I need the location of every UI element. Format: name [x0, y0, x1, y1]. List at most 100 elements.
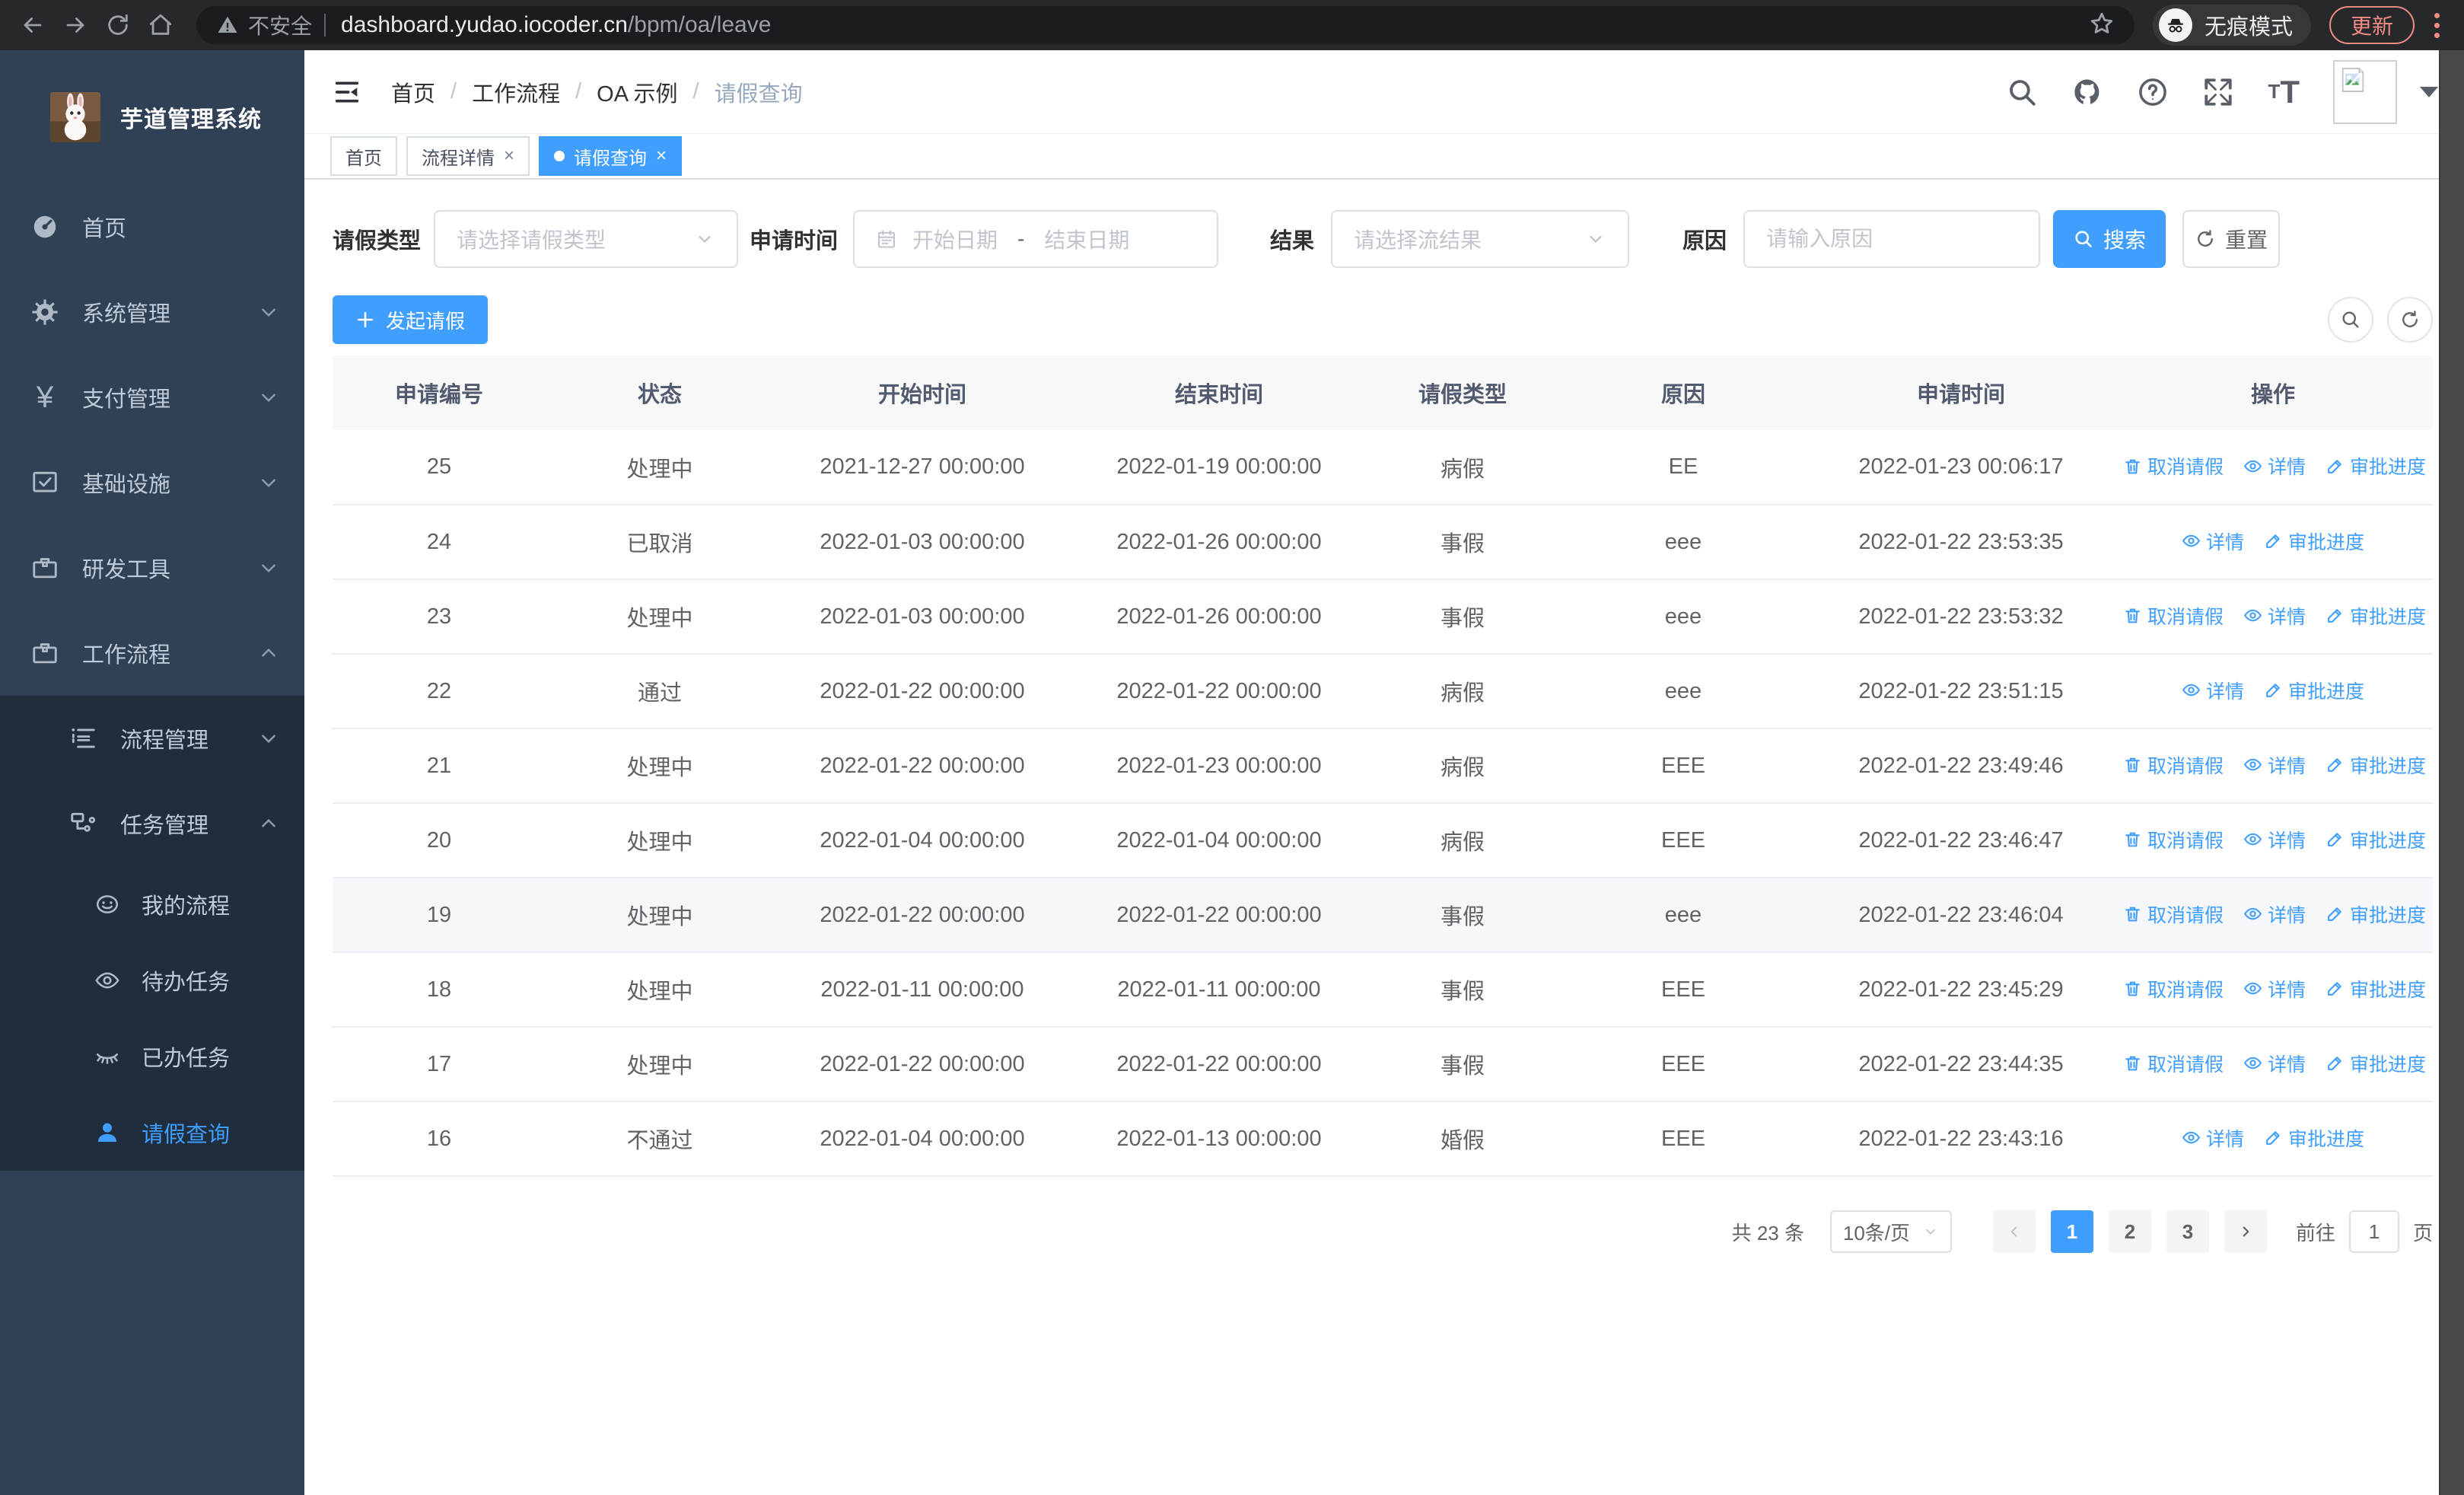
eye-closed-icon	[94, 1044, 120, 1069]
cell-status: 已取消	[546, 505, 774, 580]
sidebar-item-process-mgmt[interactable]: 流程管理	[0, 696, 304, 781]
cell-type: 事假	[1367, 579, 1558, 655]
sidebar-item-workflow[interactable]: 工作流程	[0, 610, 304, 696]
search-icon[interactable]	[2006, 76, 2038, 108]
cancel-link[interactable]: 取消请假	[2123, 901, 2224, 928]
goto-page-input[interactable]	[2348, 1210, 2399, 1253]
leave-type-select[interactable]: 请选择请假类型	[434, 210, 739, 268]
breadcrumb-workflow[interactable]: 工作流程	[472, 76, 560, 108]
fullscreen-icon[interactable]	[2202, 76, 2234, 108]
detail-link[interactable]: 详情	[2243, 751, 2306, 779]
select-placeholder: 请选择流结果	[1354, 228, 1482, 252]
browser-update-button[interactable]: 更新	[2329, 6, 2415, 44]
detail-link[interactable]: 详情	[2182, 1124, 2244, 1152]
monitor-check-icon	[30, 468, 59, 497]
chevron-down-icon	[259, 387, 279, 407]
page-button-3[interactable]: 3	[2166, 1210, 2209, 1253]
create-leave-button[interactable]: 发起请假	[333, 295, 489, 344]
sidebar-item-todo-tasks[interactable]: 待办任务	[0, 942, 304, 1018]
tag-leave-query[interactable]: 请假查询 ×	[539, 136, 683, 176]
tag-process-detail[interactable]: 流程详情 ×	[406, 136, 530, 176]
detail-link[interactable]: 详情	[2243, 901, 2306, 928]
sidebar-item-infra[interactable]: 基础设施	[0, 440, 304, 525]
forward-icon[interactable]	[58, 8, 93, 43]
progress-label: 审批进度	[2350, 904, 2427, 926]
bookmark-star-icon[interactable]	[2089, 11, 2115, 40]
sidebar-item-my-process[interactable]: 我的流程	[0, 866, 304, 942]
cancel-link[interactable]: 取消请假	[2123, 1050, 2224, 1077]
reload-icon[interactable]	[100, 8, 135, 43]
page-button-1[interactable]: 1	[2050, 1210, 2093, 1253]
page-size-select[interactable]: 10条/页	[1829, 1210, 1952, 1253]
progress-link[interactable]: 审批进度	[2264, 528, 2364, 555]
cancel-link[interactable]: 取消请假	[2123, 602, 2224, 630]
sidebar-item-leave-query[interactable]: 请假查询	[0, 1095, 304, 1171]
sidebar-item-payment[interactable]: ¥ 支付管理	[0, 355, 304, 440]
detail-label: 详情	[2268, 830, 2306, 852]
table-row: 22 通过 2022-01-22 00:00:00 2022-01-22 00:00:…	[333, 654, 2433, 729]
detail-link[interactable]: 详情	[2182, 528, 2244, 555]
reset-button[interactable]: 重置	[2182, 210, 2281, 268]
detail-link[interactable]: 详情	[2243, 452, 2306, 480]
progress-link[interactable]: 审批进度	[2264, 677, 2364, 704]
top-navbar: 首页 / 工作流程 / OA 示例 / 请假查询 T T	[304, 50, 2464, 134]
sidebar-item-done-tasks[interactable]: 已办任务	[0, 1018, 304, 1095]
sidebar-item-home[interactable]: 首页	[0, 184, 304, 269]
url-bar[interactable]: 不安全 dashboard.yudao.iocoder.cn/bpm/oa/le…	[196, 6, 2135, 44]
sidebar-item-task-mgmt[interactable]: 任务管理	[0, 781, 304, 866]
result-select[interactable]: 请选择流结果	[1331, 210, 1630, 268]
detail-link[interactable]: 详情	[2243, 602, 2306, 630]
progress-link[interactable]: 审批进度	[2326, 826, 2426, 853]
avatar-caret-icon[interactable]	[2420, 86, 2438, 97]
sidebar-item-devtools[interactable]: 研发工具	[0, 525, 304, 610]
pagination-pages: 123	[2043, 1210, 2217, 1253]
github-icon[interactable]	[2071, 76, 2103, 108]
close-icon[interactable]: ×	[656, 145, 667, 167]
avatar[interactable]	[2333, 59, 2397, 124]
cell-start: 2022-01-22 00:00:00	[774, 1027, 1071, 1102]
progress-link[interactable]: 审批进度	[2326, 751, 2426, 779]
progress-link[interactable]: 审批进度	[2326, 1050, 2426, 1077]
progress-link[interactable]: 审批进度	[2326, 452, 2426, 480]
breadcrumb-home[interactable]: 首页	[391, 76, 435, 108]
date-range-picker[interactable]: 开始日期 - 结束日期	[853, 210, 1219, 268]
close-icon[interactable]: ×	[504, 145, 514, 167]
progress-link[interactable]: 审批进度	[2326, 975, 2426, 1003]
search-button[interactable]: 搜索	[2053, 210, 2166, 268]
progress-link[interactable]: 审批进度	[2264, 1124, 2364, 1152]
prev-page-button[interactable]	[1992, 1210, 2036, 1253]
page-button-2[interactable]: 2	[2108, 1210, 2151, 1253]
detail-link[interactable]: 详情	[2243, 975, 2306, 1003]
font-size-icon[interactable]: TT	[2268, 74, 2300, 110]
next-page-button[interactable]	[2224, 1210, 2267, 1253]
refresh-icon[interactable]	[2387, 297, 2433, 343]
detail-link[interactable]: 详情	[2243, 826, 2306, 853]
browser-menu-icon[interactable]	[2430, 8, 2444, 43]
breadcrumb-oa-example[interactable]: OA 示例	[597, 76, 677, 108]
yen-icon: ¥	[36, 381, 54, 414]
home-icon[interactable]	[143, 8, 178, 43]
help-icon[interactable]	[2137, 76, 2169, 108]
cancel-link[interactable]: 取消请假	[2123, 751, 2224, 779]
sidebar-collapse-icon[interactable]	[330, 75, 364, 109]
progress-link[interactable]: 审批进度	[2326, 602, 2426, 630]
back-icon[interactable]	[15, 8, 50, 43]
cancel-link[interactable]: 取消请假	[2123, 452, 2224, 480]
reason-input[interactable]	[1743, 210, 2041, 268]
detail-link[interactable]: 详情	[2182, 677, 2244, 704]
cancel-label: 取消请假	[2147, 904, 2224, 926]
tag-home[interactable]: 首页	[330, 136, 397, 176]
progress-link[interactable]: 审批进度	[2326, 901, 2426, 928]
leave-type-label: 请假类型	[333, 229, 422, 253]
browser-scrollbar[interactable]	[2439, 50, 2464, 1495]
toggle-search-icon[interactable]	[2328, 297, 2373, 343]
cell-start: 2022-01-04 00:00:00	[774, 803, 1071, 878]
chevron-down-icon	[694, 228, 715, 250]
cancel-link[interactable]: 取消请假	[2123, 975, 2224, 1003]
table-row: 25 处理中 2021-12-27 00:00:00 2022-01-19 00:00…	[333, 430, 2433, 505]
sidebar-item-label: 研发工具	[82, 558, 171, 582]
detail-link[interactable]: 详情	[2243, 1050, 2306, 1077]
sidebar-item-system[interactable]: 系统管理	[0, 269, 304, 355]
cancel-link[interactable]: 取消请假	[2123, 826, 2224, 853]
cell-type: 事假	[1367, 878, 1558, 953]
